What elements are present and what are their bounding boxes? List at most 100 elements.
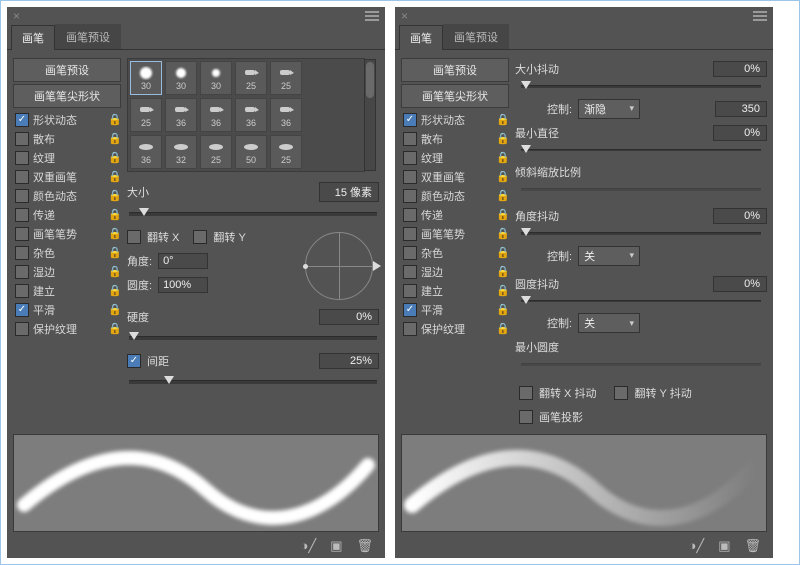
spacing-slider[interactable] (129, 380, 377, 384)
side-option-4[interactable]: 颜色动态🔒 (401, 186, 509, 205)
min-diameter-slider[interactable] (521, 149, 761, 152)
lock-icon[interactable]: 🔒 (497, 152, 509, 164)
side-option-checkbox[interactable] (15, 132, 29, 146)
lock-icon[interactable]: 🔒 (497, 190, 509, 202)
lock-icon[interactable]: 🔒 (109, 323, 121, 335)
side-option-checkbox[interactable] (403, 113, 417, 127)
trash-icon[interactable]: 🗑 (356, 538, 373, 554)
lock-icon[interactable]: 🔒 (109, 228, 121, 240)
side-option-checkbox[interactable] (15, 208, 29, 222)
size-jitter-value[interactable]: 0% (713, 61, 767, 77)
scrollbar-thumb[interactable] (366, 62, 374, 98)
angle-jitter-slider[interactable] (521, 232, 761, 235)
lock-icon[interactable]: 🔒 (497, 171, 509, 183)
round-jitter-value[interactable]: 0% (713, 276, 767, 292)
brush-preset-cell[interactable]: 36 (165, 98, 197, 132)
control2-select[interactable]: 关▾ (578, 246, 640, 266)
brush-projection-checkbox[interactable] (519, 410, 533, 424)
side-option-0[interactable]: 形状动态🔒 (13, 110, 121, 129)
lock-icon[interactable]: 🔒 (497, 266, 509, 278)
brush-preset-cell[interactable]: 30 (165, 61, 197, 95)
scrollbar[interactable] (364, 59, 376, 171)
brush-preset-cell[interactable]: 25 (270, 135, 302, 169)
lock-icon[interactable]: 🔒 (497, 247, 509, 259)
side-option-checkbox[interactable] (403, 284, 417, 298)
side-option-7[interactable]: 杂色🔒 (401, 243, 509, 262)
lock-icon[interactable]: 🔒 (109, 171, 121, 183)
round-jitter-slider[interactable] (521, 300, 761, 303)
side-option-checkbox[interactable] (15, 303, 29, 317)
tab-presets[interactable]: 画笔预设 (443, 24, 509, 49)
side-option-11[interactable]: 保护纹理🔒 (13, 319, 121, 338)
side-option-checkbox[interactable] (15, 246, 29, 260)
brush-preset-cell[interactable]: 36 (270, 98, 302, 132)
tip-shape-button[interactable]: 画笔笔尖形状 (13, 84, 121, 108)
hardness-value[interactable]: 0% (319, 309, 379, 325)
side-option-1[interactable]: 散布🔒 (13, 129, 121, 148)
panel-menu-icon[interactable] (365, 15, 379, 17)
lock-icon[interactable]: 🔒 (109, 285, 121, 297)
brush-preset-cell[interactable]: 25 (235, 61, 267, 95)
preset-button[interactable]: 画笔预设 (13, 58, 121, 82)
side-option-0[interactable]: 形状动态🔒 (401, 110, 509, 129)
lock-icon[interactable]: 🔒 (109, 190, 121, 202)
lock-icon[interactable]: 🔒 (109, 247, 121, 259)
brush-preset-cell[interactable]: 25 (200, 135, 232, 169)
side-option-checkbox[interactable] (403, 151, 417, 165)
side-option-10[interactable]: 平滑🔒 (401, 300, 509, 319)
side-option-9[interactable]: 建立🔒 (401, 281, 509, 300)
new-preset-icon[interactable]: ▣ (330, 538, 342, 554)
close-icon[interactable]: × (13, 9, 20, 23)
close-icon[interactable]: × (401, 9, 408, 23)
roundness-value[interactable]: 100% (158, 277, 208, 293)
side-option-checkbox[interactable] (403, 132, 417, 146)
brush-preset-cell[interactable]: 32 (165, 135, 197, 169)
lock-icon[interactable]: 🔒 (109, 304, 121, 316)
side-option-8[interactable]: 湿边🔒 (13, 262, 121, 281)
lock-icon[interactable]: 🔒 (497, 323, 509, 335)
tip-shape-button[interactable]: 画笔笔尖形状 (401, 84, 509, 108)
lock-icon[interactable]: 🔒 (497, 228, 509, 240)
lock-icon[interactable]: 🔒 (497, 133, 509, 145)
side-option-checkbox[interactable] (15, 170, 29, 184)
lock-icon[interactable]: 🔒 (497, 209, 509, 221)
side-option-checkbox[interactable] (403, 303, 417, 317)
lock-icon[interactable]: 🔒 (109, 209, 121, 221)
angle-widget[interactable] (305, 232, 373, 300)
flip-x-jitter-checkbox[interactable] (519, 386, 533, 400)
side-option-5[interactable]: 传递🔒 (13, 205, 121, 224)
angle-value[interactable]: 0° (158, 253, 208, 269)
flip-x-checkbox[interactable] (127, 230, 141, 244)
side-option-1[interactable]: 散布🔒 (401, 129, 509, 148)
lock-icon[interactable]: 🔒 (109, 266, 121, 278)
side-option-8[interactable]: 湿边🔒 (401, 262, 509, 281)
side-option-checkbox[interactable] (15, 113, 29, 127)
hardness-slider[interactable] (129, 336, 377, 340)
brush-preset-grid[interactable]: 303030252525363636363632255025 (127, 58, 365, 172)
spacing-checkbox[interactable] (127, 354, 141, 368)
toggle-preview-icon[interactable]: ◑╱ (301, 538, 317, 554)
control3-select[interactable]: 关▾ (578, 313, 640, 333)
min-diameter-value[interactable]: 0% (713, 125, 767, 141)
side-option-checkbox[interactable] (403, 265, 417, 279)
side-option-checkbox[interactable] (403, 227, 417, 241)
side-option-checkbox[interactable] (15, 284, 29, 298)
brush-preset-cell[interactable]: 36 (235, 98, 267, 132)
side-option-checkbox[interactable] (15, 322, 29, 336)
brush-preset-cell[interactable]: 36 (130, 135, 162, 169)
brush-preset-cell[interactable]: 30 (130, 61, 162, 95)
tab-presets[interactable]: 画笔预设 (55, 24, 121, 49)
lock-icon[interactable]: 🔒 (497, 114, 509, 126)
side-option-11[interactable]: 保护纹理🔒 (401, 319, 509, 338)
side-option-checkbox[interactable] (15, 227, 29, 241)
spacing-value[interactable]: 25% (319, 353, 379, 369)
lock-icon[interactable]: 🔒 (497, 304, 509, 316)
control1-select[interactable]: 渐隐▾ (578, 99, 640, 119)
lock-icon[interactable]: 🔒 (109, 152, 121, 164)
side-option-checkbox[interactable] (403, 322, 417, 336)
side-option-5[interactable]: 传递🔒 (401, 205, 509, 224)
lock-icon[interactable]: 🔒 (109, 114, 121, 126)
side-option-checkbox[interactable] (15, 151, 29, 165)
side-option-checkbox[interactable] (403, 208, 417, 222)
side-option-10[interactable]: 平滑🔒 (13, 300, 121, 319)
